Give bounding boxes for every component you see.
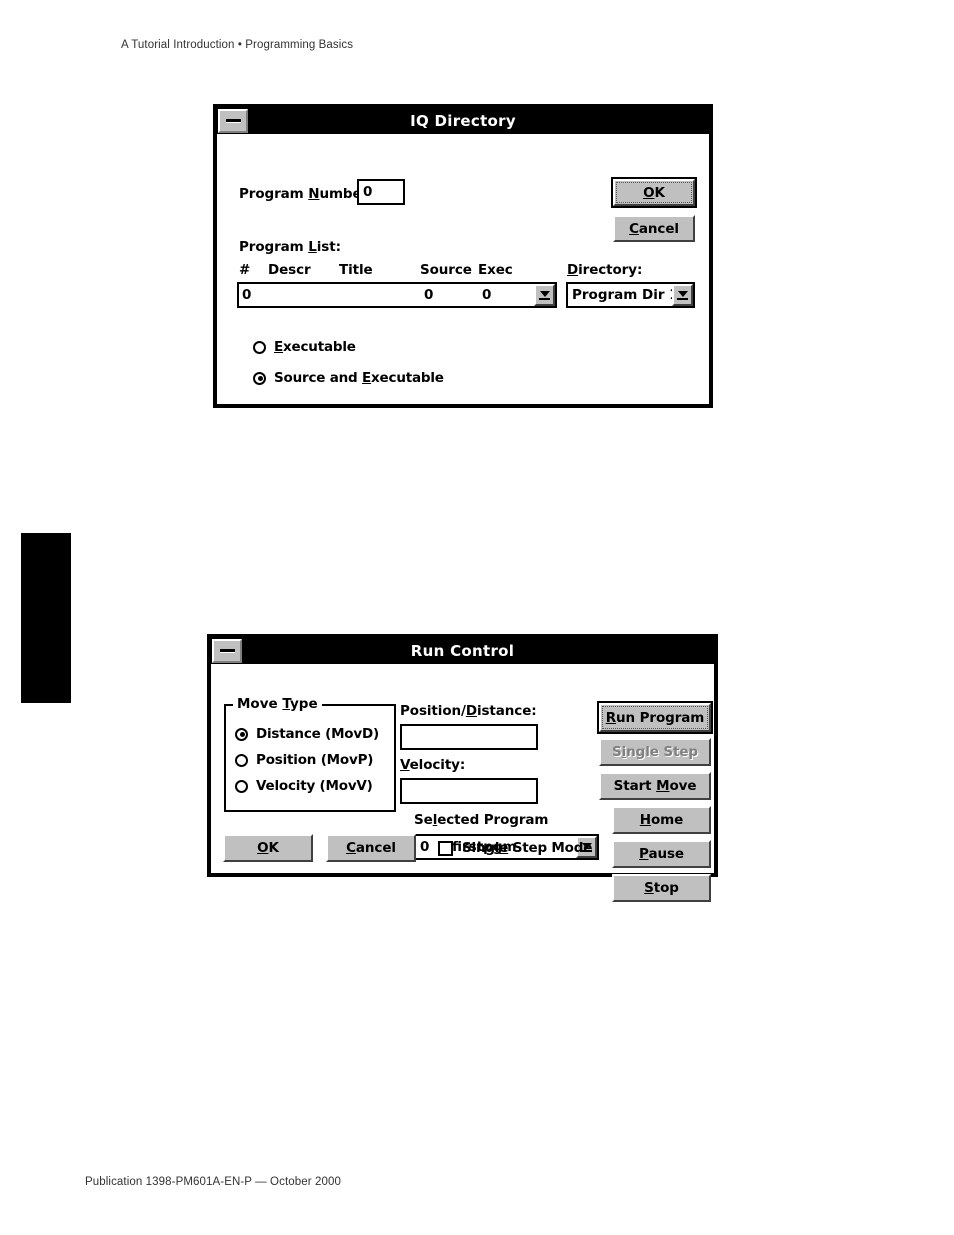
ok-button[interactable]: OK	[223, 834, 313, 862]
radio-label-velocity: Velocity (MovV)	[256, 778, 373, 794]
velocity-label: Velocity:	[400, 757, 466, 773]
combo-down-arrow-icon	[677, 290, 688, 297]
directory-label: Directory:	[567, 262, 643, 278]
checkbox-label-single-step-mode: Single Step Mode	[462, 840, 593, 856]
radio-indicator-distance	[235, 727, 248, 741]
system-menu-button[interactable]	[212, 639, 242, 663]
run-control-dialog: Run Control Move Type Distance (MovD) Po…	[207, 634, 718, 902]
position-distance-input[interactable]	[400, 724, 538, 750]
radio-label-executable: Executable	[274, 339, 356, 355]
selected-program-label: Selected Program	[414, 812, 549, 828]
program-list-scroll-down-button[interactable]	[534, 284, 555, 306]
start-move-button[interactable]: Start Move	[599, 772, 711, 800]
program-list-listbox[interactable]: 0 0 0	[237, 282, 557, 308]
radio-velocity-movv[interactable]: Velocity (MovV)	[235, 778, 373, 794]
radio-indicator-executable	[253, 340, 266, 354]
radio-label-position: Position (MovP)	[256, 752, 374, 768]
radio-source-and-executable[interactable]: Source and Executable	[253, 370, 444, 386]
program-number-input[interactable]: 0	[357, 179, 405, 205]
move-type-caption: Move Type	[233, 696, 322, 712]
checkbox-indicator-single-step-mode	[438, 840, 453, 856]
cell-source: 0	[424, 287, 434, 303]
run-program-button[interactable]: Run Program	[597, 701, 713, 734]
radio-indicator-velocity	[235, 779, 248, 793]
radio-position-movp[interactable]: Position (MovP)	[235, 752, 373, 768]
home-button[interactable]: Home	[612, 806, 711, 834]
run-control-title: Run Control	[410, 642, 515, 660]
column-header-num: #	[239, 262, 251, 278]
iq-directory-dialog: IQ Directory Program Number: 0 OK Cancel…	[213, 104, 713, 408]
velocity-input[interactable]	[400, 778, 538, 804]
ok-button[interactable]: OK	[611, 177, 697, 208]
directory-combobox-value: Program Dir 1	[572, 287, 672, 303]
cancel-button[interactable]: Cancel	[613, 215, 695, 242]
cancel-button[interactable]: Cancel	[326, 834, 416, 862]
program-number-label: Program Number:	[239, 186, 374, 202]
iq-directory-title: IQ Directory	[410, 112, 516, 130]
column-header-descr: Descr	[268, 262, 311, 278]
single-step-button[interactable]: Single Step	[599, 738, 711, 766]
combo-down-arrow-icon	[539, 290, 550, 297]
page-running-header: A Tutorial Introduction • Programming Ba…	[121, 39, 354, 51]
minimize-bar-icon	[219, 649, 235, 653]
cell-exec: 0	[482, 287, 492, 303]
radio-label-source-and-executable: Source and Executable	[274, 370, 444, 386]
radio-executable[interactable]: Executable	[253, 339, 356, 355]
chapter-edge-tab-marker	[21, 533, 71, 703]
iq-directory-titlebar: IQ Directory	[217, 108, 709, 134]
table-row[interactable]: 0 0 0	[239, 284, 534, 306]
pause-button[interactable]: Pause	[612, 840, 711, 868]
cell-num: 0	[242, 287, 252, 303]
single-step-mode-checkbox[interactable]: Single Step Mode	[438, 840, 592, 856]
directory-combobox-arrow-button[interactable]	[672, 284, 693, 306]
stop-button[interactable]: Stop	[612, 874, 711, 902]
radio-indicator-source-and-executable	[253, 371, 266, 385]
column-header-exec: Exec	[478, 262, 513, 278]
run-control-titlebar: Run Control	[211, 638, 714, 664]
minimize-bar-icon	[225, 119, 241, 123]
page-footer-publication: Publication 1398-PM601A-EN-P — October 2…	[85, 1176, 341, 1188]
column-header-source: Source	[420, 262, 472, 278]
radio-label-distance: Distance (MovD)	[256, 726, 379, 742]
radio-indicator-position	[235, 753, 248, 767]
program-list-label: Program List:	[239, 239, 341, 255]
radio-distance-movd[interactable]: Distance (MovD)	[235, 726, 379, 742]
system-menu-button[interactable]	[218, 109, 248, 133]
directory-combobox[interactable]: Program Dir 1	[566, 282, 695, 308]
column-header-title: Title	[339, 262, 373, 278]
position-distance-label: Position/Distance:	[400, 703, 537, 719]
